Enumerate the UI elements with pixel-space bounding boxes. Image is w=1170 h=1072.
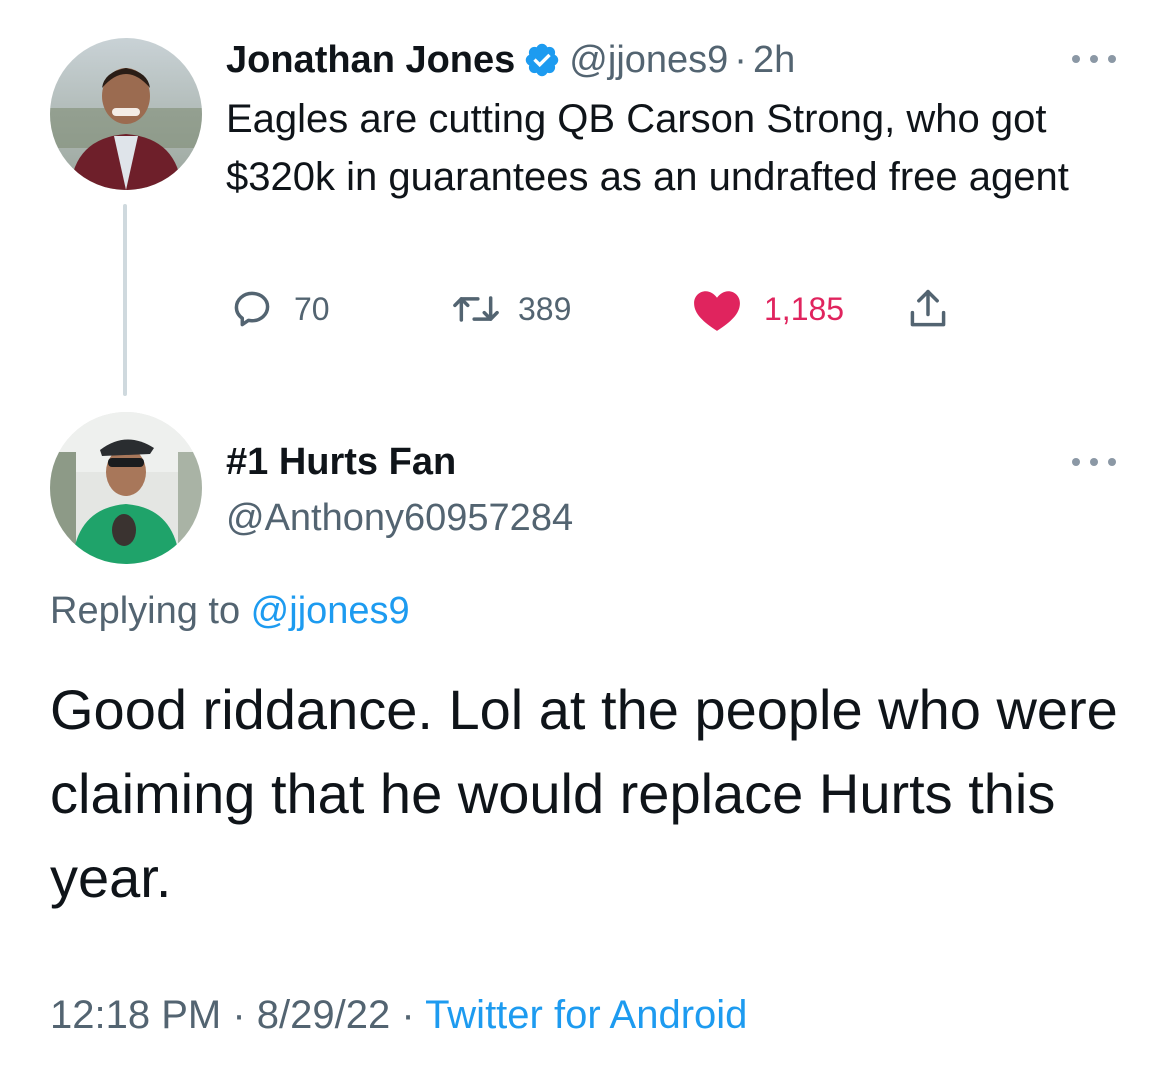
separator-dot: · (734, 38, 747, 81)
retweet-count: 389 (518, 290, 572, 327)
retweet-icon (453, 296, 499, 322)
like-count: 1,185 (764, 290, 845, 327)
author-name[interactable]: Jonathan Jones (226, 39, 515, 82)
replying-to-label: Replying to (50, 590, 251, 632)
tweet-time[interactable]: 12:18 PM (50, 993, 221, 1037)
tweet-date[interactable]: 8/29/22 (257, 993, 390, 1037)
reply-tweet-text: Good riddance. Lol at the people who wer… (50, 678, 1118, 909)
more-options-icon[interactable] (1072, 52, 1116, 66)
reply-author-name[interactable]: #1 Hurts Fan (226, 436, 456, 488)
separator-dot: · (221, 993, 257, 1037)
verified-badge-icon (523, 41, 561, 79)
reply-icon (234, 291, 270, 327)
like-button[interactable]: 1,185 (692, 284, 844, 334)
tweet-text: Eagles are cutting QB Carson Strong, who… (226, 97, 1069, 199)
reply-author-handle[interactable]: @Anthony60957284 (226, 492, 573, 544)
share-icon (910, 289, 946, 327)
avatar-photo (50, 38, 202, 190)
separator-dot: · (390, 993, 426, 1037)
thread-connector-line (123, 204, 127, 396)
replying-to-line: Replying to @jjones9 (50, 585, 410, 637)
reply-author-avatar[interactable] (50, 412, 202, 564)
tweet-time-ago[interactable]: 2h (753, 39, 795, 82)
share-button[interactable] (906, 284, 950, 334)
author-handle[interactable]: @jjones9 (569, 39, 728, 82)
retweet-button[interactable]: 389 (452, 284, 571, 334)
reply-button[interactable]: 70 (230, 284, 330, 334)
tweet-source-link[interactable]: Twitter for Android (425, 993, 747, 1037)
tweet-header: Jonathan Jones @jjones9 · 2h (226, 34, 795, 86)
avatar-photo (50, 412, 202, 564)
tweet-metadata: 12:18 PM · 8/29/22 · Twitter for Android (50, 988, 747, 1042)
heart-icon (694, 291, 740, 331)
replying-to-handle-link[interactable]: @jjones9 (251, 590, 410, 632)
author-avatar[interactable] (50, 38, 202, 190)
reply-count: 70 (294, 290, 330, 327)
more-options-icon[interactable] (1072, 455, 1116, 469)
